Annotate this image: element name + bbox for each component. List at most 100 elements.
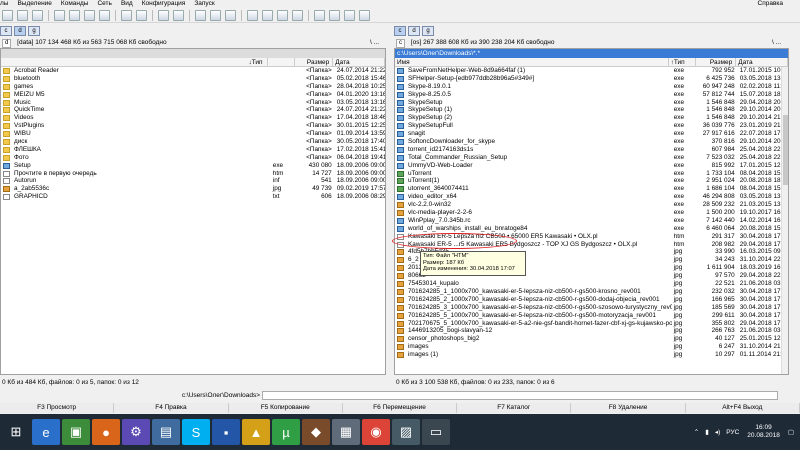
file-row[interactable]: ФЛЕШКА <Папка> 17.02.2018 15:41	[1, 146, 385, 154]
column-size-header[interactable]: Размер	[295, 58, 334, 66]
file-row[interactable]: Autorun inf 541 18.09.2006 09:00	[1, 177, 385, 185]
file-row[interactable]: games <Папка> 28.04.2018 10:25	[1, 83, 385, 91]
left-drive-select[interactable]: d	[2, 39, 12, 48]
archive-icon[interactable]	[121, 9, 132, 21]
chrome-icon[interactable]: ◉	[362, 419, 390, 445]
file-row[interactable]: WIBU <Папка> 01.09.2014 13:59	[1, 130, 385, 138]
cmd-icon[interactable]	[359, 9, 370, 21]
file-row[interactable]: Acrobat Reader <Папка> 24.07.2014 21:22	[1, 67, 385, 75]
f8-delete-button[interactable]: F8 Удаление	[571, 403, 686, 413]
file-row[interactable]: uTorrent exe 1 733 104 08.04.2018 15:47	[395, 170, 788, 178]
sync-icon[interactable]	[262, 9, 273, 21]
column-date-header[interactable]: Дата	[333, 58, 385, 66]
menu-item-config[interactable]: Конфигурация	[142, 0, 186, 7]
menu-item-commands[interactable]: Команды	[61, 0, 89, 7]
file-row[interactable]: UmmyVD-Web-Loader exe 815 992 17.01.2015 12…	[395, 162, 788, 170]
ie-icon[interactable]: e	[32, 419, 60, 445]
column-ext-header[interactable]	[268, 58, 296, 66]
drive-d-button[interactable]: d	[14, 25, 26, 36]
new-ftp-icon[interactable]	[292, 9, 303, 21]
menu-item-start[interactable]: Запуск	[194, 0, 214, 7]
photos-icon[interactable]: ▦	[332, 419, 360, 445]
file-row[interactable]: a_2ab5536c jpg 49 739 09.02.2019 17:57	[1, 185, 385, 193]
thumbnail-icon[interactable]	[54, 9, 65, 21]
media-icon[interactable]: ◆	[302, 419, 330, 445]
file-row[interactable]: GRAPHICD txt 606 18.09.2006 08:29	[1, 193, 385, 201]
folder-icon[interactable]: ▭	[422, 419, 450, 445]
file-row[interactable]: 701624285_3_1000x700_kawasaki-er-5-lepsz…	[395, 304, 788, 312]
clock[interactable]: 16:09 20.08.2018	[747, 424, 780, 440]
file-row[interactable]: Skype-8.19.0.1 exe 60 947 248 02.02.2018 11…	[395, 83, 788, 91]
file-row[interactable]: 702170675_5_1000x700_kawasaki-er-5-a2-ni…	[395, 320, 788, 328]
skype-icon[interactable]: S	[182, 419, 210, 445]
file-row[interactable]: SkypeSetup (2) exe 1 546 848 29.10.2014 21:…	[395, 114, 788, 122]
file-row[interactable]: 701624285_5_1000x700_kawasaki-er-5-lepsz…	[395, 312, 788, 320]
right-nav-buttons[interactable]: \ ...	[772, 38, 781, 48]
file-row[interactable]: Music <Папка> 03.05.2018 13:16	[1, 99, 385, 107]
rename-icon[interactable]	[329, 9, 340, 21]
column-type-header[interactable]: ↓Тип	[1, 58, 268, 66]
file-row[interactable]: 75453014_kupalo jpg 22 521 21.06.2018 03:32	[395, 280, 788, 288]
file-row[interactable]: bluetooth <Папка> 05.02.2018 15:46	[1, 75, 385, 83]
network-icon[interactable]: ▮	[705, 428, 709, 436]
file-row[interactable]: Setup exe 430 080 18.09.2006 09:00	[1, 162, 385, 170]
file-row[interactable]: Kawasaki ER-5 Lepsza niż CB500 • 65000 E…	[395, 233, 788, 241]
file-row[interactable]: Прочтите в первую очередь htm 14 727 18.09.…	[1, 170, 385, 178]
detail-view-icon[interactable]	[32, 9, 43, 21]
avast-icon[interactable]: ▲	[242, 419, 270, 445]
file-row[interactable]: диск <Папка> 30.05.2018 17:40	[1, 138, 385, 146]
windows-start-icon[interactable]: ⊞	[2, 419, 30, 445]
file-row[interactable]: 701624285_2_1000x700_kawasaki-er-5-lepsz…	[395, 296, 788, 304]
file-row[interactable]: 701624285_1_1000x700_kawasaki-er-5-lepsz…	[395, 288, 788, 296]
file-row[interactable]: Total_Commander_Russian_Setup exe 7 523 03…	[395, 154, 788, 162]
file-row[interactable]: world_of_warships_install_eu_bnratoge84 e…	[395, 225, 788, 233]
compare-icon[interactable]	[247, 9, 258, 21]
file-row[interactable]: vlc-media-player-2-2-6 exe 1 500 200 19.10.…	[395, 209, 788, 217]
brief-view-icon[interactable]	[17, 9, 28, 21]
file-row[interactable]: video_editor_x64 exe 46 294 808 03.05.2018 …	[395, 193, 788, 201]
unselect-icon[interactable]	[210, 9, 221, 21]
drive-c-button[interactable]: c	[394, 25, 406, 36]
store-icon[interactable]: ▣	[62, 419, 90, 445]
column-size-header[interactable]: Размер	[696, 58, 737, 66]
file-row[interactable]: uTorrent(1) exe 2 951 024 20.08.2018 18:35	[395, 177, 788, 185]
left-panel-path[interactable]	[1, 49, 385, 58]
tree-icon[interactable]	[69, 9, 80, 21]
f5-copy-button[interactable]: F5 Копирование	[228, 403, 343, 413]
save-icon[interactable]: ▪	[212, 419, 240, 445]
right-panel-path[interactable]: c:\Users\Олег\Downloads\*.*	[395, 49, 788, 58]
file-row[interactable]: vlc-2.2.0-win32 exe 28 509 232 21.03.2015 1…	[395, 201, 788, 209]
menu-item-network[interactable]: Сеть	[97, 0, 111, 7]
utorrent-icon[interactable]: µ	[272, 419, 300, 445]
language-indicator[interactable]: РУС	[726, 429, 739, 436]
menu-item-selection[interactable]: Выделение	[17, 0, 51, 7]
file-row[interactable]: Videos <Папка> 17.04.2018 18:46	[1, 114, 385, 122]
file-row[interactable]: SkypeSetup (1) exe 1 546 848 29.10.2014 20:…	[395, 106, 788, 114]
drive-d-button[interactable]: d	[408, 25, 420, 36]
file-row[interactable]: VstPlugins <Папка> 30.01.2015 12:25	[1, 122, 385, 130]
f3-view-button[interactable]: F3 Просмотр	[0, 403, 115, 413]
right-scrollbar[interactable]	[781, 67, 788, 374]
ftp-icon[interactable]	[277, 9, 288, 21]
file-row[interactable]: QuickTime <Папка> 24.07.2014 21:22	[1, 106, 385, 114]
unpack-icon[interactable]	[136, 9, 147, 21]
file-row[interactable]: MEIZU M5 <Папка> 04.01.2020 13:16	[1, 91, 385, 99]
total-commander-icon[interactable]: ▤	[152, 419, 180, 445]
file-row[interactable]: images (1) jpg 10 297 01.11.2014 21:45	[395, 351, 788, 359]
right-drive-select[interactable]: c	[396, 39, 405, 48]
drive-g-button[interactable]: g	[422, 25, 434, 36]
column-date-header[interactable]: Дата	[736, 58, 788, 66]
invert-icon[interactable]	[99, 9, 110, 21]
search-icon[interactable]	[314, 9, 325, 21]
file-row[interactable]: SkypeSetup exe 1 546 848 29.04.2018 20:44	[395, 99, 788, 107]
notification-icon[interactable]: ▢	[788, 428, 794, 436]
select-all-icon[interactable]	[195, 9, 206, 21]
app-icon[interactable]: ▨	[392, 419, 420, 445]
left-nav-buttons[interactable]: \ ...	[370, 38, 379, 48]
column-type-header[interactable]: ↑Тип	[669, 58, 697, 66]
notepad-icon[interactable]	[344, 9, 355, 21]
settings-icon[interactable]: ⚙	[122, 419, 150, 445]
sort-icon[interactable]	[84, 9, 95, 21]
column-name-header[interactable]: Имя	[395, 58, 669, 66]
drive-c-button[interactable]: c	[0, 25, 12, 36]
